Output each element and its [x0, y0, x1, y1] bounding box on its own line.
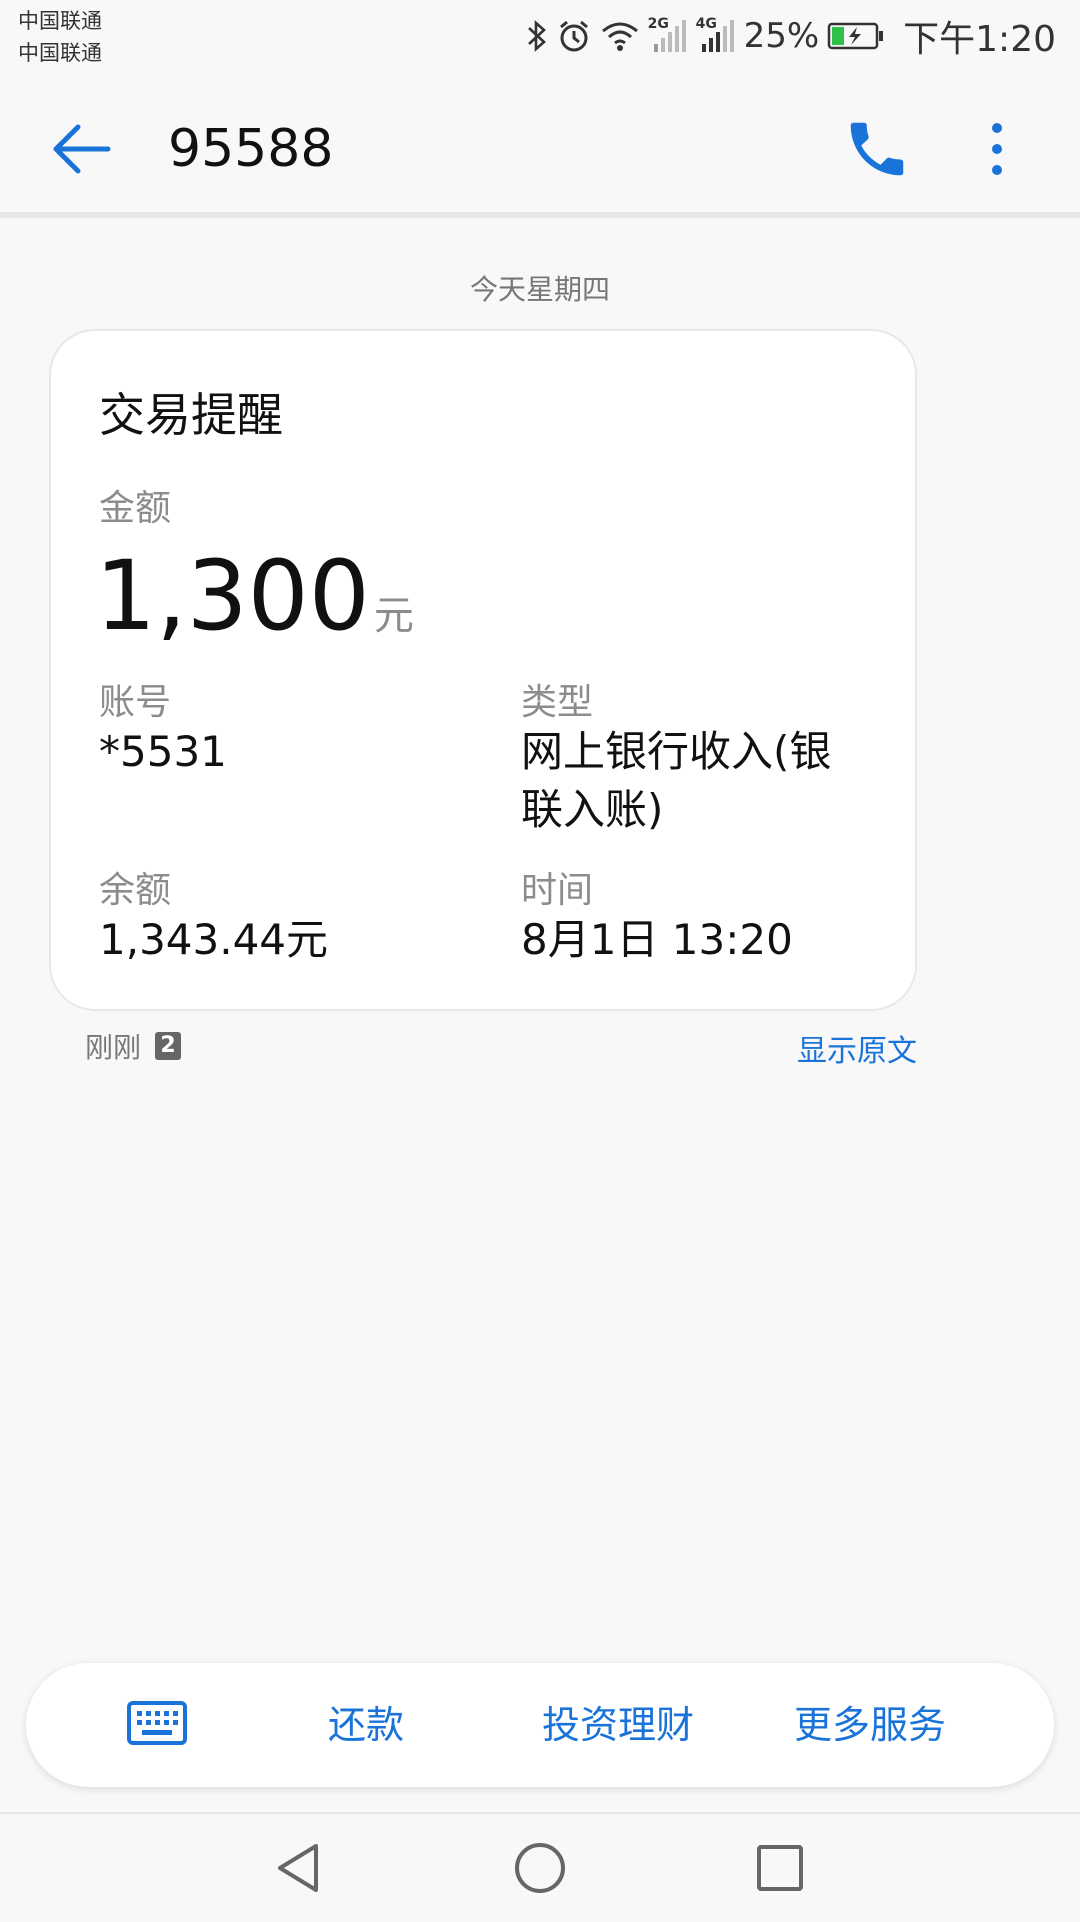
- sim-badge: 2: [155, 1032, 182, 1060]
- signal-icon-sim2: 4G: [695, 16, 736, 54]
- account-value: *5531: [99, 727, 227, 776]
- service-repay[interactable]: 还款: [328, 1699, 404, 1751]
- app-bar: 95588: [0, 78, 1080, 218]
- nav-home-button[interactable]: [510, 1838, 570, 1898]
- amount-label: 金额: [99, 488, 172, 529]
- wifi-icon: [600, 19, 640, 53]
- date-separator: 今天星期四: [469, 273, 610, 306]
- network-type-1: 2G: [647, 16, 669, 32]
- message-meta: 刚刚 2: [85, 1026, 182, 1066]
- call-button[interactable]: [842, 114, 912, 184]
- service-menu-bar: 还款 投资理财 更多服务: [26, 1663, 1054, 1787]
- type-value-line1: 网上银行收入(银: [521, 727, 832, 776]
- message-time: 刚刚: [85, 1031, 142, 1064]
- type-label: 类型: [521, 682, 594, 723]
- signal-icon-sim1: 2G: [647, 16, 688, 54]
- amount-value: 1,300: [95, 540, 370, 652]
- bluetooth-icon: [526, 18, 548, 54]
- time-label: 时间: [521, 870, 594, 911]
- back-button[interactable]: [48, 114, 118, 184]
- type-value-line2: 联入账): [521, 785, 664, 834]
- network-type-2: 4G: [695, 16, 717, 32]
- status-clock: 下午1:20: [903, 19, 1056, 60]
- amount-row: 1,300 元: [95, 541, 414, 651]
- time-value: 8月1日 13:20: [521, 915, 793, 964]
- balance-label: 余额: [99, 870, 172, 911]
- service-invest[interactable]: 投资理财: [542, 1699, 694, 1751]
- back-arrow-icon: [53, 124, 111, 174]
- keyboard-button[interactable]: [126, 1697, 188, 1753]
- status-icons: 2G 4G 25% 下午1:20: [526, 14, 1056, 60]
- amount-unit: 元: [373, 593, 414, 639]
- battery-charging-icon: [827, 21, 885, 51]
- keyboard-icon: [127, 1701, 187, 1745]
- more-options-button[interactable]: [972, 114, 1022, 184]
- more-vert-icon: [992, 123, 1002, 175]
- nav-recents-button[interactable]: [750, 1838, 810, 1898]
- system-nav-bar: [0, 1812, 1080, 1922]
- carrier-label-2: 中国联通: [18, 41, 102, 65]
- status-bar: 中国联通 中国联通 2G 4G 25% 下午1:20: [0, 0, 1080, 78]
- nav-back-button[interactable]: [270, 1838, 330, 1898]
- alarm-icon: [556, 18, 592, 54]
- show-original-link[interactable]: 显示原文: [797, 1026, 917, 1070]
- phone-icon: [850, 122, 904, 176]
- transaction-card[interactable]: 交易提醒 金额 1,300 元 账号 *5531 类型 网上银行收入(银 联入账…: [49, 329, 917, 1011]
- service-more[interactable]: 更多服务: [794, 1699, 946, 1751]
- back-triangle-icon: [278, 1844, 318, 1892]
- home-circle-icon: [515, 1843, 565, 1893]
- card-title: 交易提醒: [99, 388, 283, 442]
- account-label: 账号: [99, 682, 172, 723]
- conversation-title: 95588: [168, 119, 334, 179]
- battery-percent: 25%: [743, 16, 820, 56]
- carrier-label-1: 中国联通: [18, 9, 102, 33]
- balance-value: 1,343.44元: [99, 915, 329, 964]
- recents-square-icon: [757, 1845, 803, 1891]
